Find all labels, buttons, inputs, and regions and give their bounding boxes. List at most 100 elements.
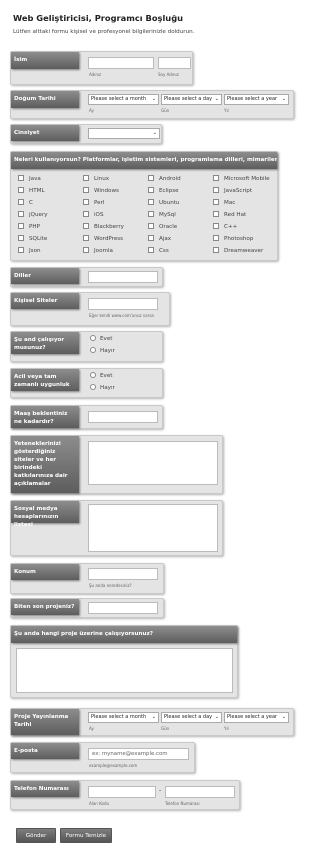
phone-section: Telefon Numarası - Alan Kodu Telefon Num…	[10, 780, 240, 810]
skill-checkbox-item[interactable]: Java	[18, 175, 41, 183]
checkbox-icon	[213, 223, 219, 229]
first-name-sublabel: Adınız	[89, 72, 102, 77]
email-section: E-posta ex: myname@example.com example@e…	[10, 742, 195, 773]
skill-checkbox-item[interactable]: Ubuntu	[148, 199, 179, 207]
skill-checkbox-item[interactable]: Dreamweaver	[213, 247, 263, 255]
fulltime-option-yes[interactable]: Evet	[90, 372, 112, 380]
skill-checkbox-item[interactable]: JavaScript	[213, 187, 252, 195]
skill-checkbox-label: WordPress	[94, 236, 124, 242]
working-option-yes[interactable]: Evet	[90, 335, 112, 343]
skill-checkbox-item[interactable]: Mac	[213, 199, 235, 207]
skill-checkbox-item[interactable]: Css	[148, 247, 169, 255]
skill-checkbox-label: Ajax	[159, 236, 172, 242]
phone-number-sublabel: Telefon Numarası	[165, 801, 200, 806]
skill-checkbox-item[interactable]: Json	[18, 247, 41, 255]
checkbox-icon	[18, 223, 24, 229]
chevron-down-icon: ⌄	[281, 96, 286, 102]
skill-checkbox-item[interactable]: Oracle	[148, 223, 177, 231]
skill-checkbox-item[interactable]: iOS	[83, 211, 104, 219]
chevron-down-icon: ⌄	[214, 714, 219, 720]
skill-checkbox-item[interactable]: C	[18, 199, 33, 207]
skill-checkbox-label: Perl	[94, 200, 105, 206]
phone-dash: -	[159, 787, 162, 794]
chevron-down-icon: ⌄	[281, 714, 286, 720]
skill-checkbox-label: JavaScript	[224, 188, 253, 194]
location-input[interactable]	[88, 568, 158, 580]
personal-sites-input[interactable]	[88, 298, 158, 310]
submit-button[interactable]: Gönder	[16, 828, 56, 843]
abilities-textarea[interactable]	[88, 441, 218, 485]
email-input[interactable]: ex: myname@example.com	[88, 748, 189, 760]
social-textarea[interactable]	[88, 504, 218, 552]
birth-month-select[interactable]: Please select a month ⌄	[88, 94, 159, 105]
phone-area-input[interactable]	[88, 786, 156, 798]
checkbox-icon	[213, 235, 219, 241]
skill-checkbox-label: Ubuntu	[159, 200, 180, 206]
phone-area-sublabel: Alan Kodu	[89, 801, 110, 806]
checkbox-icon	[213, 211, 219, 217]
last-name-input[interactable]	[158, 57, 191, 69]
skill-checkbox-label: Java	[29, 176, 41, 182]
last-project-input[interactable]	[88, 602, 158, 614]
release-year-select[interactable]: Please select a year ⌄	[224, 712, 289, 723]
skill-checkbox-item[interactable]: Android	[148, 175, 181, 183]
abilities-label: Yeteneklerinizi gösterdiğiniz siteler ve…	[11, 436, 79, 493]
skill-checkbox-label: PHP	[29, 224, 40, 230]
skill-checkbox-item[interactable]: Blackberry	[83, 223, 124, 231]
birth-day-select[interactable]: Please select a day ⌄	[161, 94, 222, 105]
phone-number-input[interactable]	[165, 786, 235, 798]
email-label: E-posta	[11, 743, 79, 759]
checkbox-icon	[213, 175, 219, 181]
skill-checkbox-item[interactable]: Linux	[83, 175, 109, 183]
birth-year-select[interactable]: Please select a year ⌄	[224, 94, 289, 105]
gender-select[interactable]: ⌄	[88, 128, 160, 139]
checkbox-icon	[148, 199, 154, 205]
skills-label: Neleri kullanıyorsun? Platformlar, işlet…	[11, 152, 277, 169]
current-project-textarea[interactable]	[16, 648, 233, 693]
birth-month-sublabel: Ay	[89, 108, 94, 113]
languages-section: Diller	[10, 267, 163, 287]
salary-input[interactable]	[88, 411, 158, 423]
email-sublabel: example@example.com	[89, 763, 138, 768]
skill-checkbox-label: iOS	[94, 212, 104, 218]
checkbox-icon	[83, 187, 89, 193]
checkbox-icon	[148, 187, 154, 193]
abilities-section: Yeteneklerinizi gösterdiğiniz siteler ve…	[10, 435, 223, 494]
skill-checkbox-item[interactable]: PHP	[18, 223, 40, 231]
skill-checkbox-item[interactable]: SQLite	[18, 235, 47, 243]
social-section: Sosyal medya hesaplarınızın listesi	[10, 500, 223, 556]
name-section: İsim Adınız Soy Adınız	[10, 51, 193, 85]
skill-checkbox-label: Microsoft Mobile	[224, 176, 270, 182]
birth-year-sublabel: Yıl	[224, 108, 229, 113]
skill-checkbox-item[interactable]: Perl	[83, 199, 104, 207]
skill-checkbox-item[interactable]: Red Hat	[213, 211, 246, 219]
checkbox-icon	[18, 199, 24, 205]
skill-checkbox-item[interactable]: Joomla	[83, 247, 113, 255]
skill-checkbox-label: Blackberry	[94, 224, 124, 230]
checkbox-icon	[148, 175, 154, 181]
skill-checkbox-item[interactable]: WordPress	[83, 235, 123, 243]
skill-checkbox-item[interactable]: C++	[213, 223, 237, 231]
skill-checkbox-item[interactable]: MySql	[148, 211, 176, 219]
first-name-input[interactable]	[88, 57, 154, 69]
fulltime-option-no[interactable]: Hayır	[90, 384, 115, 392]
reset-button[interactable]: Formu Temizle	[60, 828, 112, 843]
checkbox-icon	[213, 247, 219, 253]
gender-label: Cinsiyet	[11, 125, 79, 141]
skill-checkbox-item[interactable]: HTML	[18, 187, 45, 195]
working-option-no[interactable]: Hayır	[90, 347, 115, 355]
languages-input[interactable]	[88, 271, 158, 283]
radio-icon	[90, 347, 96, 353]
skill-checkbox-item[interactable]: Photoshop	[213, 235, 253, 243]
release-year-sublabel: Yıl	[224, 726, 229, 731]
skill-checkbox-item[interactable]: Microsoft Mobile	[213, 175, 270, 183]
skill-checkbox-item[interactable]: Eclipse	[148, 187, 179, 195]
skill-checkbox-item[interactable]: jQuery	[18, 211, 48, 219]
checkbox-icon	[18, 235, 24, 241]
release-month-select[interactable]: Please select a month ⌄	[88, 712, 159, 723]
gender-section: Cinsiyet ⌄	[10, 124, 162, 144]
skill-checkbox-item[interactable]: Windows	[83, 187, 119, 195]
skill-checkbox-label: Eclipse	[159, 188, 179, 194]
release-day-select[interactable]: Please select a day ⌄	[161, 712, 222, 723]
skill-checkbox-item[interactable]: Ajax	[148, 235, 171, 243]
